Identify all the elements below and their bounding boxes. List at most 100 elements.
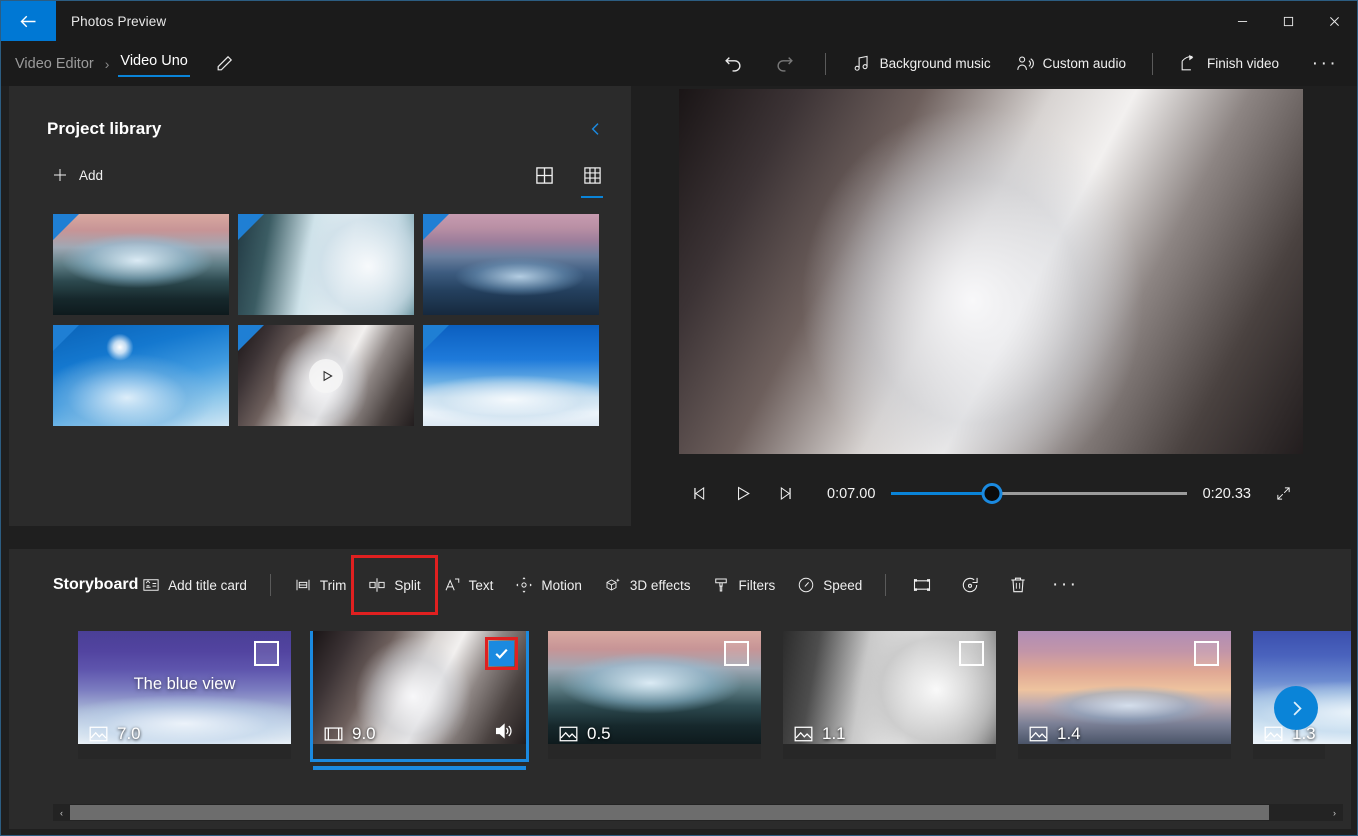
music-note-icon	[854, 55, 868, 71]
background-music-label: Background music	[879, 56, 991, 71]
speed-button[interactable]: Speed	[786, 568, 873, 602]
speaker-icon	[495, 723, 512, 739]
scrollbar-track[interactable]	[70, 804, 1326, 821]
previous-frame-button[interactable]	[679, 474, 721, 514]
play-overlay-button[interactable]	[309, 358, 343, 393]
arrow-left-icon	[20, 15, 36, 27]
minimize-button[interactable]	[1219, 1, 1265, 41]
library-title: Project library	[47, 119, 162, 138]
split-icon	[369, 578, 385, 592]
close-icon	[1329, 16, 1339, 26]
breadcrumb: Video Editor › Video Uno	[1, 49, 240, 79]
library-thumbnail[interactable]	[423, 214, 599, 315]
resize-frame-icon	[914, 579, 931, 591]
library-thumbnail[interactable]	[53, 325, 229, 426]
selection-corner-icon	[423, 214, 449, 240]
blue-ice-sunburst	[53, 325, 229, 426]
video-icon	[324, 727, 343, 741]
library-header: Project library	[9, 86, 631, 142]
text-icon	[445, 578, 459, 591]
clip-select-checkbox[interactable]	[485, 637, 518, 670]
trim-button[interactable]: Trim	[283, 568, 358, 602]
library-thumbnail[interactable]	[238, 214, 414, 315]
motion-button[interactable]: Motion	[504, 568, 593, 602]
photo-icon	[794, 726, 813, 742]
collapse-library-button[interactable]	[583, 116, 609, 142]
scrollbar-thumb[interactable]	[70, 805, 1270, 820]
cube-sparkle-icon	[606, 578, 620, 591]
grid-large-icon	[535, 166, 553, 184]
play-button[interactable]	[721, 474, 763, 514]
add-media-button[interactable]: Add	[47, 159, 115, 191]
storyboard-panel: Storyboard Add title card Trim Split Tex…	[9, 549, 1351, 829]
trim-icon	[296, 579, 310, 591]
clip-select-checkbox[interactable]	[724, 641, 749, 666]
clip-iceberg-sunset[interactable]: 0.5	[548, 631, 761, 759]
split-button[interactable]: Split	[351, 555, 438, 615]
maximize-button[interactable]	[1265, 1, 1311, 41]
close-button[interactable]	[1311, 1, 1357, 41]
grid-small-view-button[interactable]	[575, 158, 609, 198]
clip-duration-label: 7.0	[117, 724, 141, 743]
seek-handle[interactable]	[981, 483, 1003, 504]
split-label: Split	[394, 577, 421, 593]
person-audio-icon	[1016, 56, 1034, 70]
top-toolbar-more-button[interactable]: ···	[1303, 46, 1347, 82]
add-title-card-button[interactable]: Add title card	[131, 568, 258, 602]
custom-audio-button[interactable]: Custom audio	[1003, 47, 1138, 81]
library-thumbnail[interactable]	[53, 214, 229, 315]
selection-corner-icon	[238, 214, 264, 240]
breadcrumb-current-project[interactable]: Video Uno	[118, 50, 190, 77]
breadcrumb-video-editor[interactable]: Video Editor	[13, 53, 96, 75]
text-button[interactable]: Text	[432, 568, 505, 602]
rename-project-button[interactable]	[210, 49, 240, 79]
scroll-left-arrow[interactable]: ‹	[53, 804, 70, 821]
next-frame-button[interactable]	[763, 474, 805, 514]
player-controls: 0:07.00 0:20.33	[679, 466, 1303, 521]
redo-icon	[777, 56, 793, 72]
grid-large-view-button[interactable]	[527, 158, 561, 192]
undo-button[interactable]	[707, 44, 759, 84]
clip-ice-gray[interactable]: 1.1	[783, 631, 996, 759]
video-preview[interactable]	[679, 89, 1303, 454]
filters-button[interactable]: Filters	[701, 568, 786, 602]
storyboard-more-button[interactable]: ···	[1042, 567, 1088, 603]
breadcrumb-separator: ›	[104, 55, 110, 72]
rotate-button[interactable]	[946, 567, 994, 603]
text-label: Text	[468, 577, 494, 593]
motion-icon	[516, 577, 533, 593]
clip-select-checkbox[interactable]	[1194, 641, 1219, 666]
clip-the-blue-view[interactable]: The blue view 7.0	[78, 631, 291, 759]
iceberg-wall-texture	[238, 214, 414, 315]
resize-frame-button[interactable]	[898, 567, 946, 603]
scroll-right-arrow[interactable]: ›	[1326, 804, 1343, 821]
library-thumbnail[interactable]	[423, 325, 599, 426]
app-title: Photos Preview	[71, 13, 167, 29]
finish-video-button[interactable]: Finish video	[1167, 47, 1291, 81]
clip-berg-pink[interactable]: 1.4	[1018, 631, 1231, 759]
redo-button[interactable]	[759, 44, 811, 84]
background-music-button[interactable]: Background music	[840, 47, 1003, 81]
back-button[interactable]	[1, 1, 56, 41]
preview-frame-image	[679, 89, 1303, 454]
current-time-label: 0:07.00	[827, 485, 876, 502]
selection-corner-icon	[53, 214, 79, 240]
library-thumbnail[interactable]	[238, 325, 414, 426]
fullscreen-button[interactable]	[1263, 474, 1303, 514]
motion-label: Motion	[541, 577, 582, 593]
library-thumbnail-grid	[9, 192, 631, 426]
storyboard-scrollbar[interactable]: ‹ ›	[53, 804, 1343, 821]
clip-duration-label: 1.4	[1057, 724, 1081, 743]
checkmark-icon	[495, 648, 508, 659]
clip-audio-button[interactable]	[494, 722, 514, 745]
clip-waterfall[interactable]: 9.0	[310, 631, 529, 770]
photo-icon	[1264, 726, 1283, 742]
clip-select-checkbox[interactable]	[959, 641, 984, 666]
clip-select-checkbox[interactable]	[254, 641, 279, 666]
scroll-next-clips-button[interactable]	[1274, 686, 1318, 730]
iceberg-sunset-reflection	[53, 214, 229, 315]
seek-slider[interactable]	[891, 482, 1187, 506]
3d-effects-button[interactable]: 3D effects	[593, 568, 702, 602]
delete-button[interactable]	[994, 567, 1042, 603]
previous-frame-icon	[693, 486, 704, 501]
